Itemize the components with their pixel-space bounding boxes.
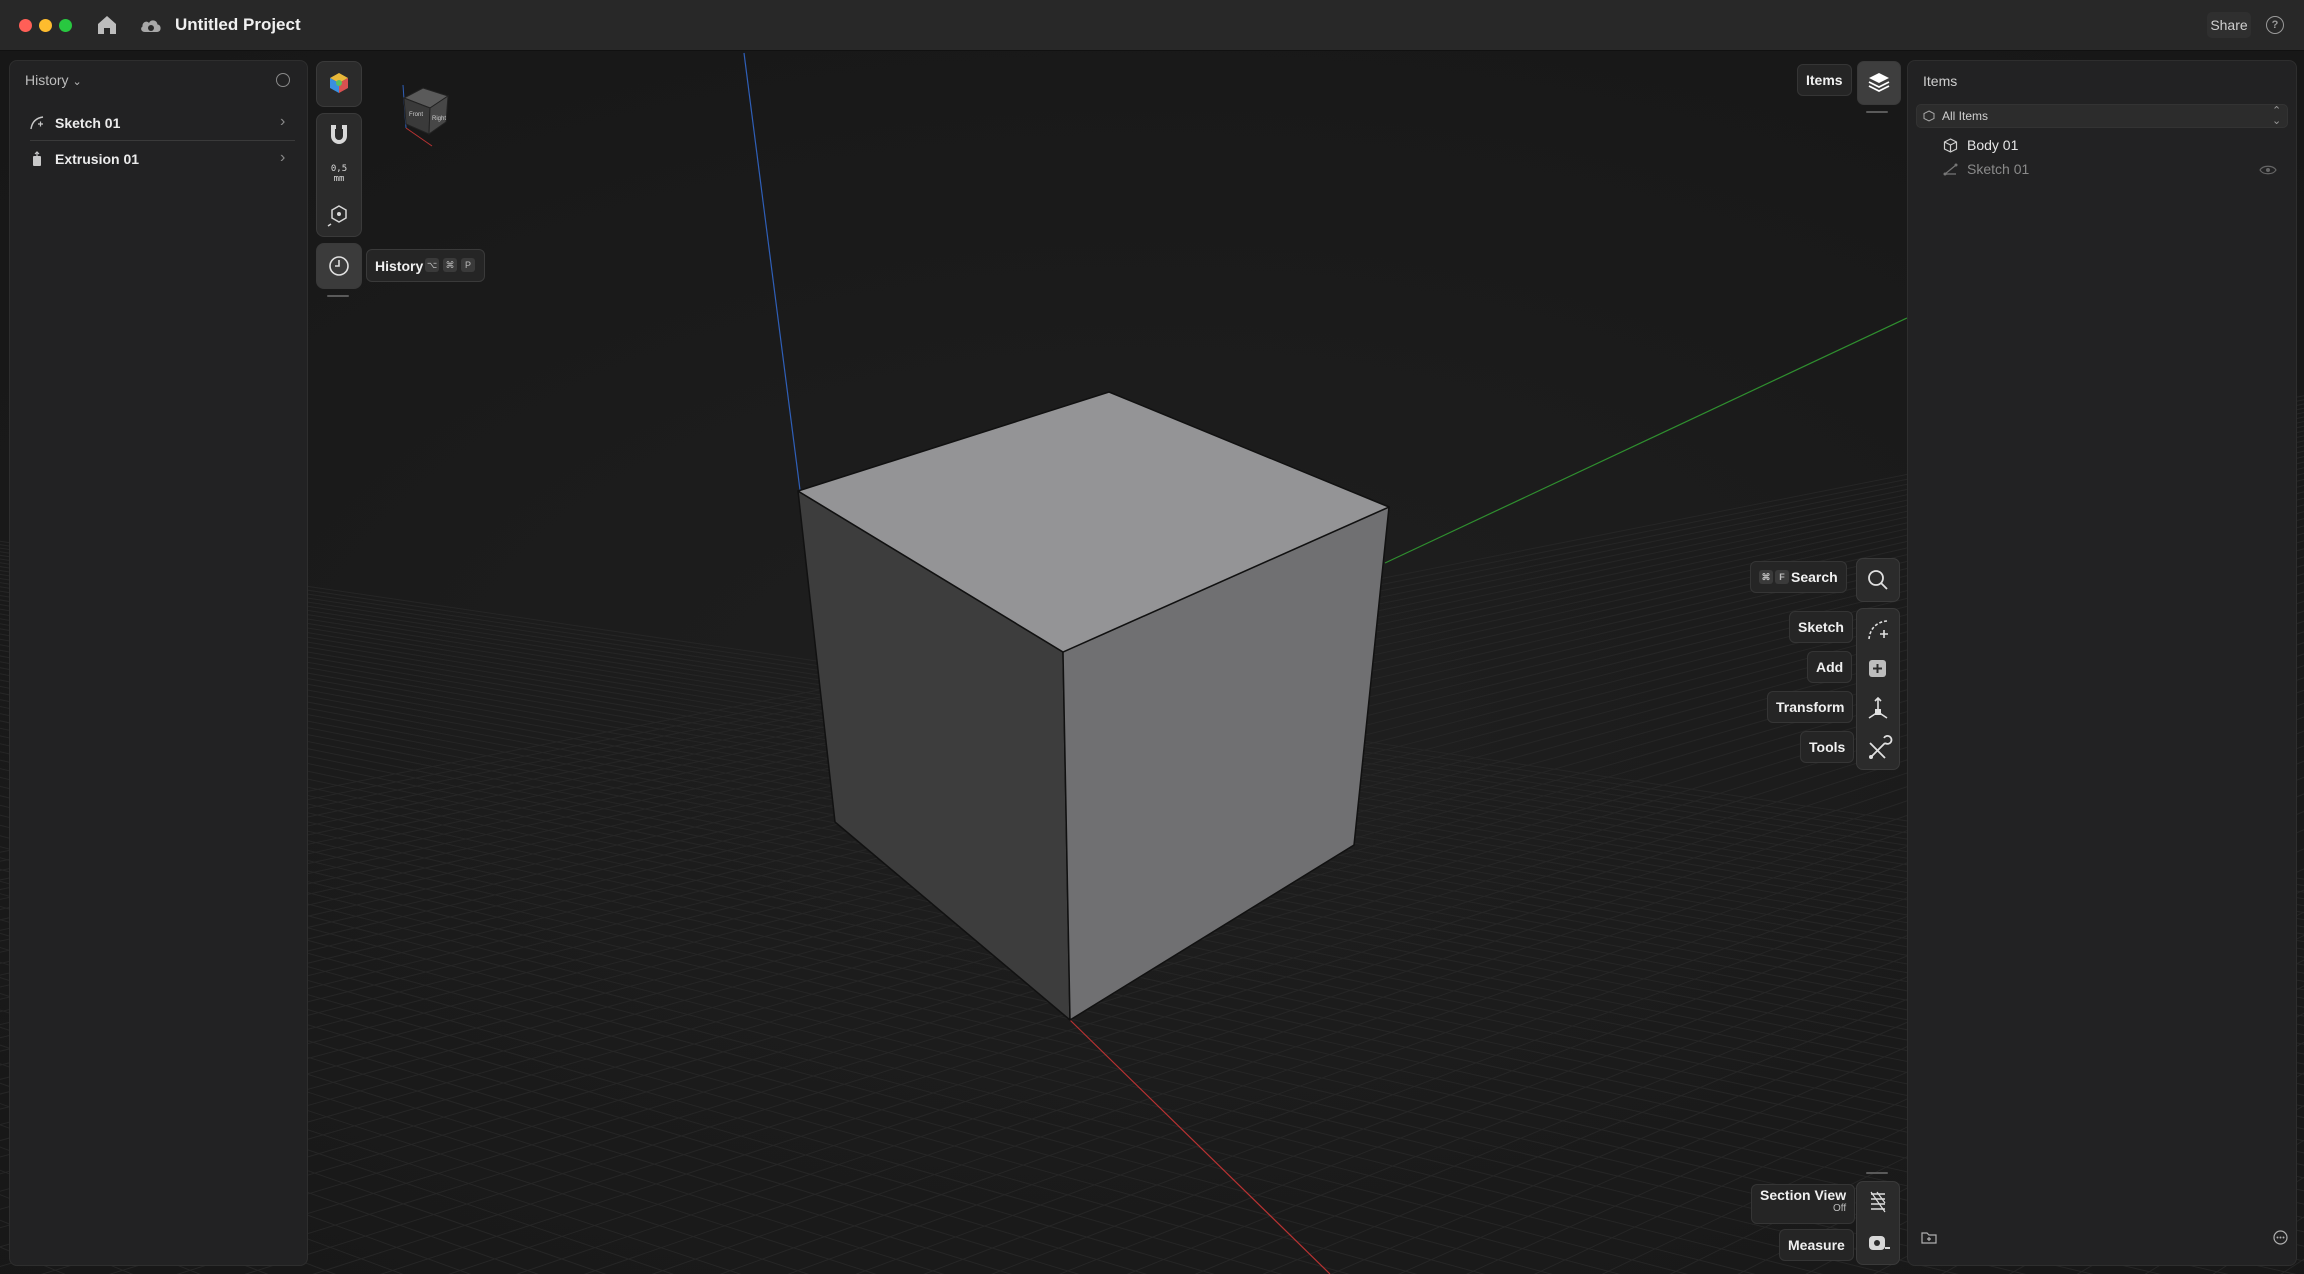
wrench-icon xyxy=(1869,735,1893,759)
sketch-tool-icon xyxy=(1868,620,1888,640)
tape-measure-icon xyxy=(1869,1236,1890,1250)
history-item-label: Sketch 01 xyxy=(55,115,121,131)
items-row-label: Body 01 xyxy=(1967,137,2019,153)
tooltip-label: History xyxy=(375,258,424,274)
window-close-button[interactable] xyxy=(19,19,32,32)
snap-increment[interactable]: 0,5 mm xyxy=(317,164,361,184)
project-title[interactable]: Untitled Project xyxy=(175,15,301,35)
section-view-state: Off xyxy=(1832,1203,1847,1214)
section-view-icon xyxy=(1870,1191,1886,1213)
shortcut-key: P xyxy=(461,258,475,272)
history-panel-title: History xyxy=(25,72,69,88)
body-icon xyxy=(1943,138,1958,156)
tools-button[interactable] xyxy=(1857,729,1899,769)
home-icon[interactable] xyxy=(94,13,120,37)
chevron-right-icon: › xyxy=(280,149,286,166)
transform-tool-label[interactable]: Transform xyxy=(1767,691,1854,723)
chevron-updown-icon: ⌃ ⌄ xyxy=(2272,105,2282,127)
history-item-label: Extrusion 01 xyxy=(55,151,140,167)
cloud-sync-icon[interactable] xyxy=(138,14,164,36)
divider xyxy=(30,140,295,141)
transform-tool-button[interactable] xyxy=(1857,689,1899,729)
toolbar-divider xyxy=(1866,111,1888,113)
color-cube-icon xyxy=(330,73,348,93)
search-label[interactable]: ⌘ F Search xyxy=(1750,561,1847,593)
history-item-sketch[interactable]: Sketch 01 › xyxy=(18,106,298,140)
section-view-button[interactable] xyxy=(1857,1182,1899,1223)
help-icon[interactable]: ? xyxy=(2266,16,2284,34)
sketch-tool-label[interactable]: Sketch xyxy=(1789,611,1853,643)
snap-unit: mm xyxy=(333,174,345,184)
toolbar-divider xyxy=(327,295,349,297)
layers-icon xyxy=(1868,73,1890,93)
add-icon xyxy=(1869,660,1886,677)
snap-toolbar: 0,5 mm xyxy=(316,113,362,237)
visibility-eye-icon[interactable] xyxy=(2259,163,2277,181)
title-bar: Untitled Project Share ? xyxy=(0,0,2304,51)
inspect-toolbar xyxy=(1856,1181,1900,1265)
shortcut-key: ⌘ xyxy=(443,258,457,272)
sketch-item-icon xyxy=(1943,162,1958,180)
items-row-label: Sketch 01 xyxy=(1967,161,2030,177)
window-maximize-button[interactable] xyxy=(59,19,72,32)
view-cube-right-label: Right xyxy=(432,116,446,122)
chevron-down-icon: ⌄ xyxy=(72,76,82,88)
modeling-toolbar xyxy=(1856,608,1900,770)
history-dropdown[interactable]: History ⌄ xyxy=(25,72,82,88)
measure-button[interactable] xyxy=(1857,1223,1899,1264)
items-filter-label: All Items xyxy=(1942,109,1989,123)
section-view-title: Section View xyxy=(1760,1187,1847,1203)
share-button[interactable]: Share xyxy=(2207,12,2251,38)
new-folder-icon[interactable] xyxy=(1921,1230,1937,1249)
history-toggle-button[interactable] xyxy=(316,243,362,289)
history-tooltip: History ⌥ ⌘ P xyxy=(366,249,485,282)
more-options-icon[interactable] xyxy=(2273,1230,2288,1250)
filter-cube-icon xyxy=(1923,109,1935,127)
items-panel: Items All Items ⌃ ⌄ Body 01 Sketch 01 xyxy=(1907,60,2297,1266)
items-filter-select[interactable]: All Items ⌃ ⌄ xyxy=(1916,104,2288,128)
appearance-button[interactable] xyxy=(316,61,362,107)
section-view-label[interactable]: Section View Off xyxy=(1751,1184,1856,1224)
view-cube[interactable]: Front Right xyxy=(396,80,456,150)
window-minimize-button[interactable] xyxy=(39,19,52,32)
items-panel-title: Items xyxy=(1923,73,1958,89)
measure-label[interactable]: Measure xyxy=(1779,1229,1854,1261)
magnet-icon[interactable] xyxy=(317,122,361,150)
transform-icon xyxy=(1868,696,1888,719)
search-icon xyxy=(1868,570,1888,590)
shortcut-key: F xyxy=(1775,570,1789,584)
sketch-icon xyxy=(29,115,45,131)
toolbar-divider xyxy=(1866,1172,1888,1174)
snap-value: 0,5 xyxy=(330,164,348,174)
items-toggle-button[interactable] xyxy=(1857,61,1901,105)
snap-vertex-icon[interactable] xyxy=(317,200,361,228)
shortcut-key: ⌘ xyxy=(1759,570,1773,584)
add-tool-button[interactable] xyxy=(1857,649,1899,689)
filter-icon[interactable] xyxy=(276,73,290,87)
extrusion-icon xyxy=(29,151,45,167)
chevron-right-icon: › xyxy=(280,113,286,130)
shortcut-key: ⌥ xyxy=(425,258,439,272)
search-label-text: Search xyxy=(1791,569,1838,585)
history-panel: History ⌄ Sketch 01 › Extrusion 01 › xyxy=(9,60,308,1266)
tools-label[interactable]: Tools xyxy=(1800,731,1855,763)
sketch-tool-button[interactable] xyxy=(1857,609,1899,649)
clock-icon xyxy=(329,256,349,276)
add-tool-label[interactable]: Add xyxy=(1807,651,1853,683)
items-toggle-label[interactable]: Items xyxy=(1797,64,1852,96)
search-button[interactable] xyxy=(1856,558,1900,602)
view-cube-front-label: Front xyxy=(409,112,423,118)
history-item-extrusion[interactable]: Extrusion 01 › xyxy=(18,142,298,176)
